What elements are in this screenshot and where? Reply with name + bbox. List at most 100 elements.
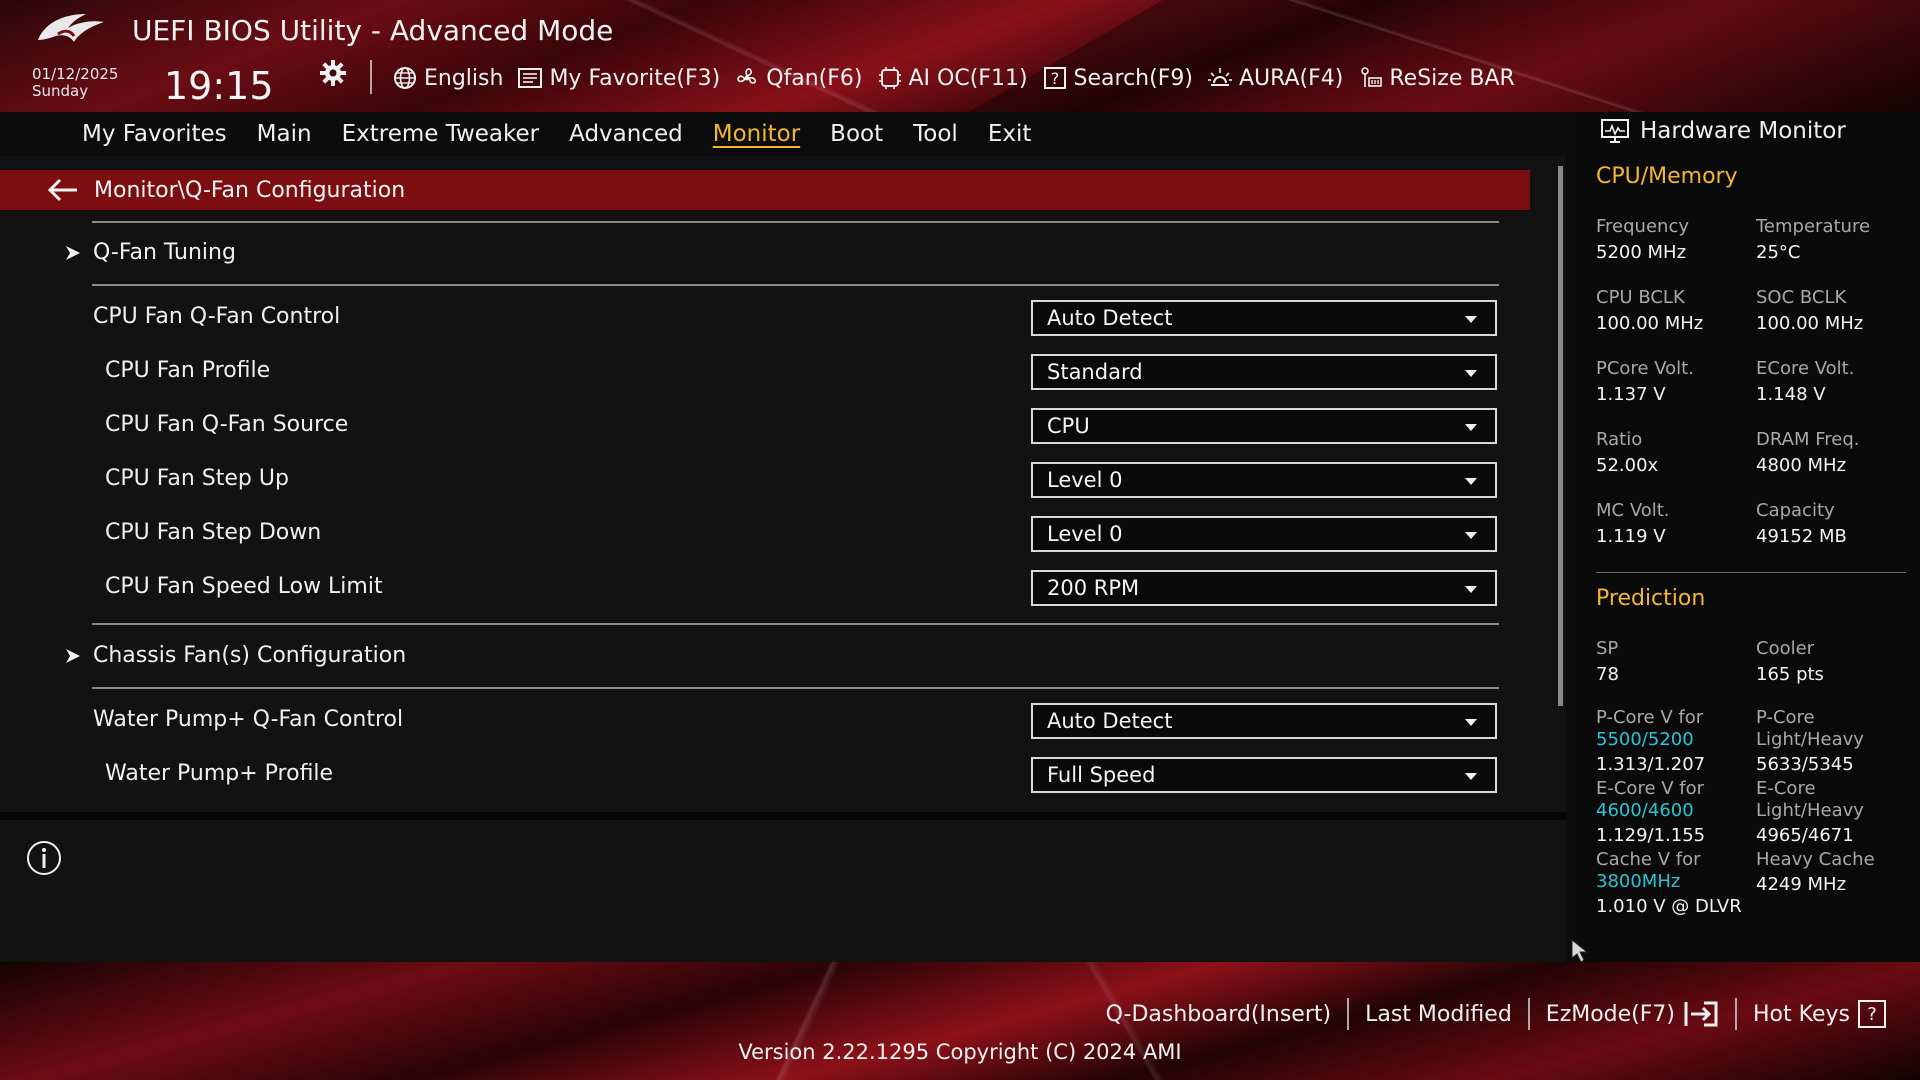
settings-scrollbar[interactable] <box>1558 166 1563 706</box>
my-favorite-button[interactable]: My Favorite(F3) <box>517 65 720 91</box>
water-pump-profile-select[interactable]: Full Speed <box>1031 757 1497 793</box>
hardware-monitor-title: Hardware Monitor <box>1600 118 1846 144</box>
setting-label: Q-Fan Tuning <box>93 240 236 265</box>
aura-button[interactable]: AURA(F4) <box>1207 65 1343 91</box>
language-button[interactable]: English <box>392 65 503 91</box>
back-arrow-icon[interactable] <box>46 177 80 203</box>
hw-value: 1.119 V <box>1596 526 1666 547</box>
gear-icon[interactable] <box>318 58 348 88</box>
footer-links: Q-Dashboard(Insert) Last Modified EzMode… <box>1090 998 1902 1030</box>
select-value: Auto Detect <box>1047 306 1173 330</box>
hw-value: 100.00 MHz <box>1756 313 1864 334</box>
hw-label: PCore Volt. <box>1596 358 1694 379</box>
hw-label: Temperature <box>1756 216 1871 237</box>
hw-value: 1.010 V @ DLVR <box>1596 896 1742 917</box>
tab-main[interactable]: Main <box>257 121 312 147</box>
tab-extreme-tweaker[interactable]: Extreme Tweaker <box>342 121 540 147</box>
tab-exit[interactable]: Exit <box>988 121 1032 147</box>
setting-row-water-pump-profile: Water Pump+ Profile Full Speed <box>0 753 1510 797</box>
hw-label: P-Core <box>1756 707 1815 728</box>
hw-label: ECore Volt. <box>1756 358 1855 379</box>
hw-mc-volt: MC Volt. 1.119 V <box>1596 498 1756 550</box>
qfan-label: Qfan(F6) <box>766 65 863 91</box>
breadcrumb: Monitor\Q-Fan Configuration <box>94 177 406 203</box>
fan-icon <box>737 68 757 84</box>
divider <box>92 623 1499 625</box>
hw-label: SP <box>1596 638 1619 659</box>
caret-down-icon <box>1465 532 1477 539</box>
search-question-icon: ? <box>1043 67 1066 89</box>
setting-label: CPU Fan Profile <box>105 358 271 383</box>
submenu-q-fan-tuning[interactable]: Q-Fan Tuning <box>0 232 1510 276</box>
prediction-heading: Prediction <box>1596 586 1706 611</box>
hw-label: Cooler <box>1756 638 1815 659</box>
setting-row-cpu-fan-profile: CPU Fan Profile Standard <box>0 350 1510 394</box>
ai-oc-button[interactable]: AI OC(F11) <box>877 65 1028 91</box>
hardware-monitor-panel: Hardware Monitor CPU/Memory Frequency 520… <box>1570 112 1920 962</box>
language-label: English <box>424 65 504 91</box>
hw-value: 5200 MHz <box>1596 242 1687 263</box>
water-pump-q-fan-control-select[interactable]: Auto Detect <box>1031 703 1497 739</box>
exit-to-ezmode-icon <box>1684 1001 1718 1027</box>
hw-value: 1.148 V <box>1756 384 1826 405</box>
hw-soc-bclk: SOC BCLK 100.00 MHz <box>1756 285 1916 337</box>
rog-logo-icon <box>38 14 104 42</box>
tab-tool[interactable]: Tool <box>913 121 958 147</box>
hw-value: 4800 MHz <box>1756 455 1847 476</box>
tab-monitor[interactable]: Monitor <box>713 121 800 147</box>
tab-my-favorites[interactable]: My Favorites <box>82 121 227 147</box>
hot-keys-button[interactable]: Hot Keys ? <box>1737 1000 1902 1028</box>
setting-label: Chassis Fan(s) Configuration <box>93 643 407 668</box>
tab-boot[interactable]: Boot <box>830 121 883 147</box>
hw-ratio: Ratio 52.00x <box>1596 427 1756 479</box>
hw-cpu-bclk: CPU BCLK 100.00 MHz <box>1596 285 1756 337</box>
hw-label: E-Core <box>1756 778 1816 799</box>
last-modified-button[interactable]: Last Modified <box>1349 1002 1528 1027</box>
hw-value: 49152 MB <box>1756 526 1847 547</box>
cpu-fan-q-fan-control-select[interactable]: Auto Detect <box>1031 300 1497 336</box>
hw-label: SOC BCLK <box>1756 287 1847 308</box>
hw-divider <box>1596 572 1906 573</box>
tab-advanced[interactable]: Advanced <box>569 121 683 147</box>
hw-cooler: Cooler 165 pts <box>1756 636 1916 688</box>
cpu-fan-step-down-select[interactable]: Level 0 <box>1031 516 1497 552</box>
cpu-fan-q-fan-source-select[interactable]: CPU <box>1031 408 1497 444</box>
hw-dram-freq: DRAM Freq. 4800 MHz <box>1756 427 1916 479</box>
footer-separator <box>1735 998 1738 1030</box>
setting-label: CPU Fan Q-Fan Source <box>105 412 349 437</box>
hot-keys-label: Hot Keys <box>1753 1001 1850 1027</box>
cpu-fan-speed-low-limit-select[interactable]: 200 RPM <box>1031 570 1497 606</box>
ezmode-button[interactable]: EzMode(F7) <box>1530 1000 1735 1028</box>
setting-label: CPU Fan Step Down <box>105 520 322 545</box>
hw-label: Capacity <box>1756 500 1835 521</box>
hw-sp: SP 78 <box>1596 636 1756 688</box>
hw-pcore-v: P-Core V for 5500/5200 1.313/1.207 <box>1596 707 1756 776</box>
cpu-fan-profile-select[interactable]: Standard <box>1031 354 1497 390</box>
q-dashboard-button[interactable]: Q-Dashboard(Insert) <box>1090 1002 1348 1027</box>
caret-down-icon <box>1465 370 1477 377</box>
setting-row-cpu-fan-q-fan-control: CPU Fan Q-Fan Control Auto Detect <box>0 296 1510 340</box>
hw-pcore-volt: PCore Volt. 1.137 V <box>1596 356 1756 408</box>
cpu-fan-step-up-select[interactable]: Level 0 <box>1031 462 1497 498</box>
search-button[interactable]: ? Search(F9) <box>1042 65 1193 91</box>
submenu-arrow-icon <box>66 649 80 663</box>
last-modified-label: Last Modified <box>1365 1001 1512 1027</box>
footer-separator <box>1347 998 1350 1030</box>
mouse-cursor-icon <box>1571 938 1589 963</box>
hw-label: CPU BCLK <box>1596 287 1685 308</box>
divider <box>92 221 1499 223</box>
select-value: Full Speed <box>1047 763 1156 787</box>
setting-label: CPU Fan Step Up <box>105 466 289 491</box>
submenu-arrow-icon <box>66 246 80 260</box>
monitor-icon <box>1601 119 1629 143</box>
hw-label: P-Core V for <box>1596 707 1704 728</box>
date-display: 01/12/2025 Sunday <box>32 66 118 100</box>
hw-value: 1.137 V <box>1596 384 1666 405</box>
select-value: Level 0 <box>1047 522 1123 546</box>
resize-bar-button[interactable]: ReSize BAR <box>1357 65 1515 91</box>
ai-chip-icon <box>878 67 901 89</box>
qfan-button[interactable]: Qfan(F6) <box>734 65 863 91</box>
resize-bar-label: ReSize BAR <box>1389 65 1515 91</box>
submenu-chassis-fans-configuration[interactable]: Chassis Fan(s) Configuration <box>0 635 1510 679</box>
clock[interactable]: 19:15 <box>164 64 274 108</box>
